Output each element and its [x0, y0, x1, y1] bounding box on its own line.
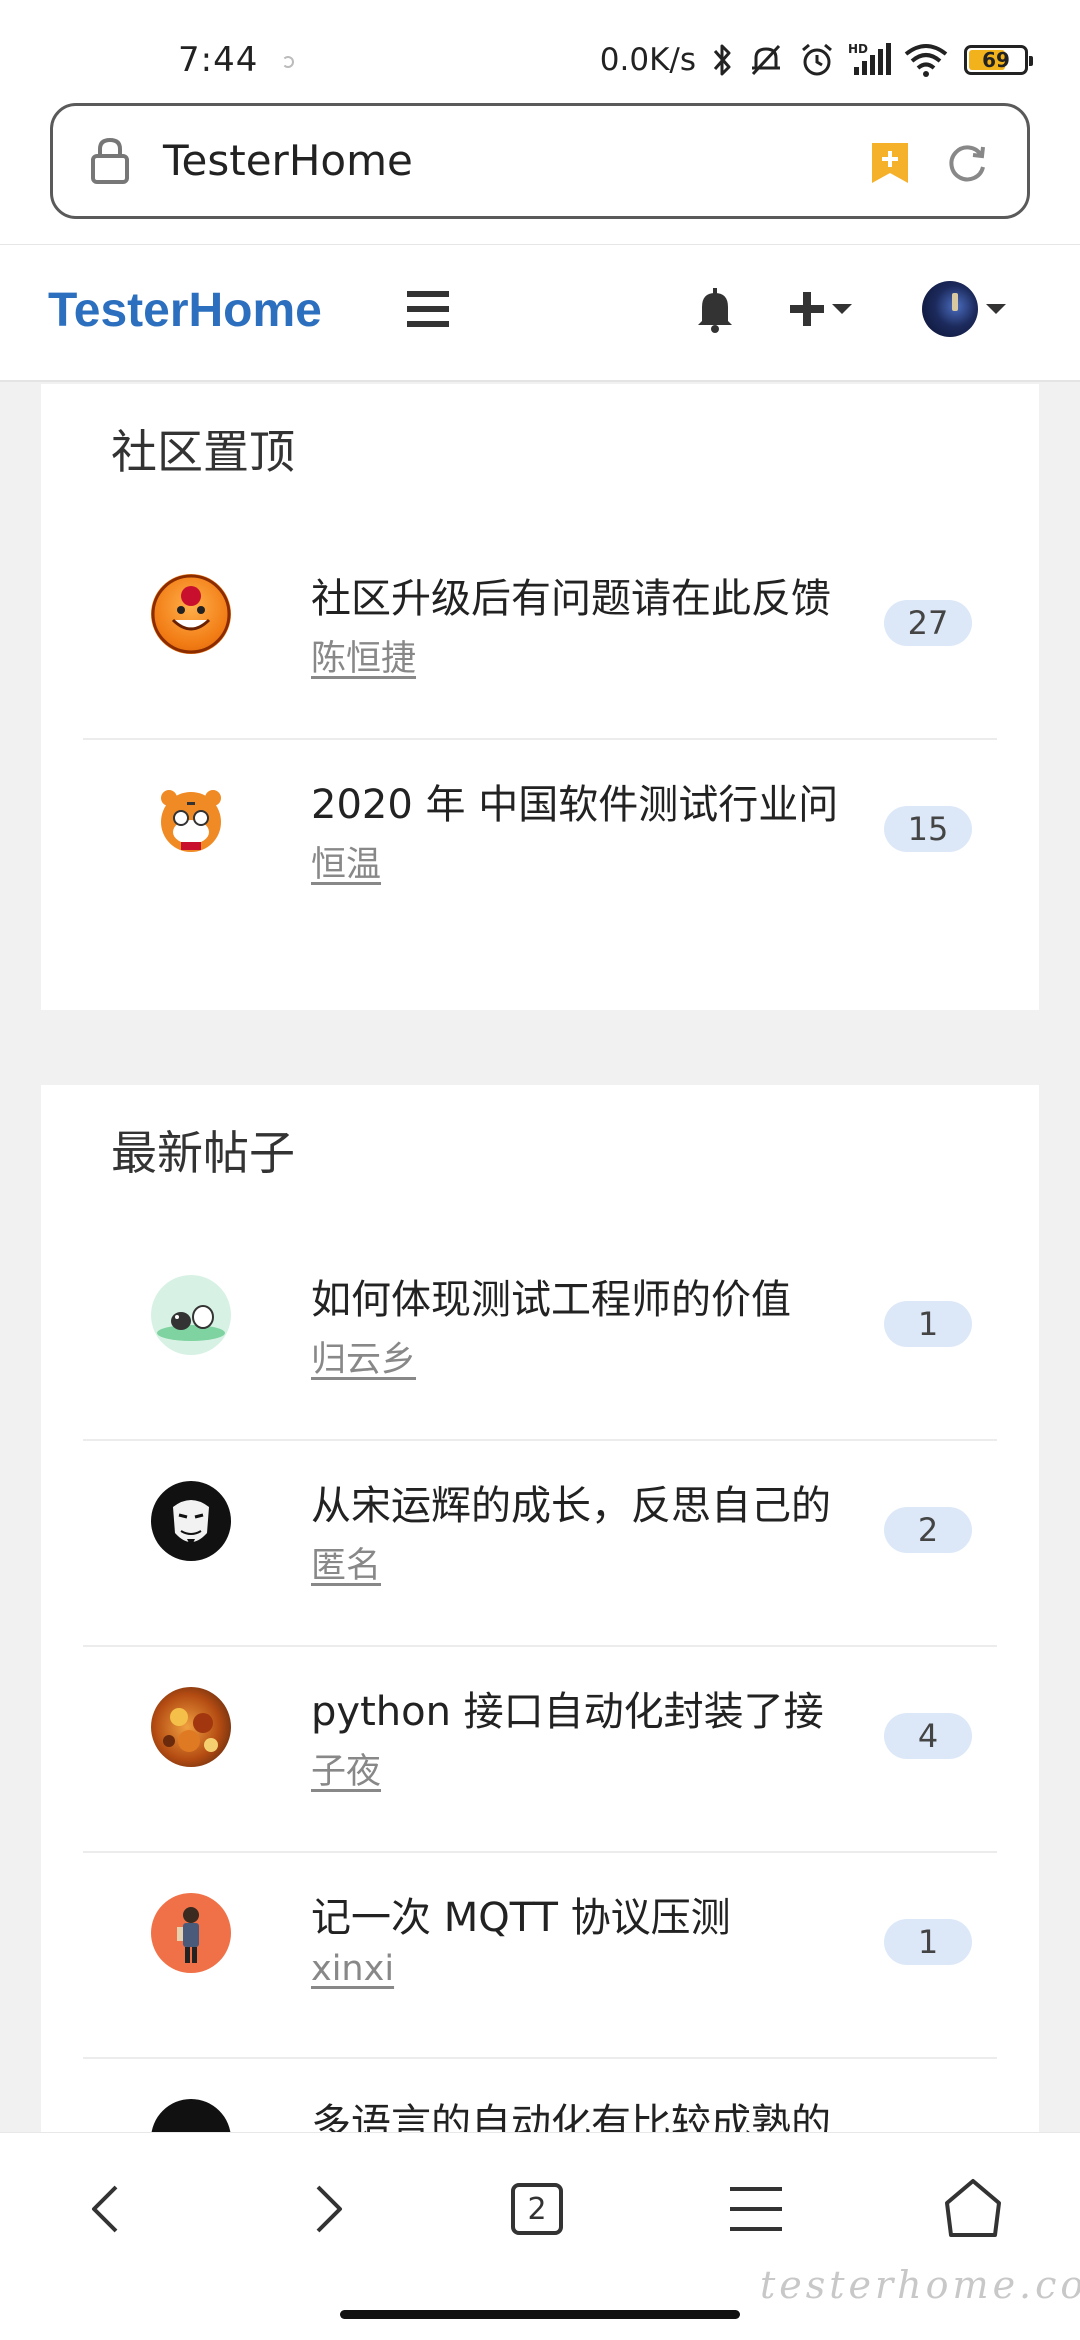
avatar	[922, 281, 978, 337]
bell-icon[interactable]	[695, 287, 735, 337]
avatar[interactable]	[151, 574, 231, 654]
menu-icon[interactable]	[728, 2185, 784, 2237]
address-bar[interactable]: TesterHome	[50, 103, 1030, 219]
topic-item[interactable]: 记一次 MQTT 协议压测 xinxi 1	[83, 1853, 997, 2059]
watermark: testerhome.com	[760, 2263, 1080, 2307]
reply-count-badge: 27	[884, 600, 972, 646]
brand-logo[interactable]: TesterHome	[48, 283, 322, 338]
topic-list: 如何体现测试工程师的价值 归云乡 1 从宋运辉的成长，反思自己的 匿名 2 py…	[83, 1235, 997, 2265]
new-post-dropdown[interactable]	[788, 290, 852, 328]
browser-toolbar: TesterHome	[0, 95, 1080, 245]
topic-author[interactable]: 子夜	[311, 1743, 381, 1794]
user-menu-dropdown[interactable]	[922, 281, 1006, 337]
reply-count-badge: 4	[884, 1713, 972, 1759]
back-icon[interactable]	[86, 2181, 126, 2241]
chevron-down-icon	[832, 304, 852, 314]
loading-indicator-icon	[282, 56, 294, 68]
reply-count-badge: 1	[884, 1301, 972, 1347]
topic-author[interactable]: 归云乡	[311, 1331, 416, 1382]
avatar[interactable]	[151, 1893, 231, 1973]
mute-icon	[746, 40, 786, 80]
topic-title[interactable]: 2020 年 中国软件测试行业问	[311, 772, 838, 830]
topic-title[interactable]: 如何体现测试工程师的价值	[311, 1267, 791, 1325]
tabs-count: 2	[511, 2183, 563, 2235]
reply-count-badge: 1	[884, 1919, 972, 1965]
battery-level: 69	[982, 48, 1010, 72]
menu-icon[interactable]	[405, 289, 451, 333]
chevron-down-icon	[986, 304, 1006, 314]
section-title: 最新帖子	[111, 1126, 295, 1180]
hd-signal-icon: HD	[848, 41, 892, 79]
avatar[interactable]	[151, 1275, 231, 1355]
tabs-button[interactable]: 2	[511, 2183, 563, 2235]
reply-count-badge: 2	[884, 1507, 972, 1553]
avatar[interactable]	[151, 1687, 231, 1767]
avatar[interactable]	[151, 780, 231, 860]
reply-count-badge: 15	[884, 806, 972, 852]
lock-icon	[89, 136, 131, 190]
home-icon[interactable]	[943, 2177, 1003, 2243]
section-title: 社区置顶	[111, 425, 295, 479]
forward-icon[interactable]	[308, 2181, 348, 2241]
status-bar: 7:44 0.0K/s HD 69	[0, 0, 1080, 95]
topic-author[interactable]: xinxi	[311, 1949, 394, 1989]
site-header: TesterHome	[0, 245, 1080, 382]
address-text[interactable]: TesterHome	[163, 136, 413, 185]
topic-author[interactable]: 陈恒捷	[311, 630, 416, 681]
topic-list: 社区升级后有问题请在此反馈 陈恒捷 27 2020 年 中国软件测试行业问 恒温…	[83, 534, 997, 946]
topic-author[interactable]: 匿名	[311, 1537, 381, 1588]
alarm-icon	[798, 41, 836, 79]
pinned-topics-card: 社区置顶 社区升级后有问题请在此反馈 陈恒捷 27 2020 年 中国软件测试行…	[41, 384, 1039, 1010]
topic-author[interactable]: 恒温	[311, 836, 381, 887]
avatar[interactable]	[151, 1481, 231, 1561]
wifi-icon	[904, 42, 948, 78]
topic-title[interactable]: 社区升级后有问题请在此反馈	[311, 566, 831, 624]
reload-icon[interactable]	[945, 141, 989, 189]
battery-icon: 69	[964, 45, 1033, 75]
topic-title[interactable]: python 接口自动化封装了接	[311, 1679, 824, 1737]
svg-text:HD: HD	[848, 42, 868, 56]
topic-item[interactable]: 社区升级后有问题请在此反馈 陈恒捷 27	[83, 534, 997, 740]
topic-title[interactable]: 记一次 MQTT 协议压测	[311, 1885, 731, 1943]
status-time: 7:44	[178, 40, 259, 80]
topic-title[interactable]: 从宋运辉的成长，反思自己的	[311, 1473, 831, 1531]
plus-icon	[790, 292, 824, 326]
topic-item[interactable]: 从宋运辉的成长，反思自己的 匿名 2	[83, 1441, 997, 1647]
bluetooth-icon	[712, 42, 734, 78]
browser-bottom-nav: 2 testerhome.com	[0, 2132, 1080, 2340]
topic-item[interactable]: 2020 年 中国软件测试行业问 恒温 15	[83, 740, 997, 946]
latest-topics-card: 最新帖子 如何体现测试工程师的价值 归云乡 1 从宋运辉的成长，反思自己的 匿名…	[41, 1085, 1039, 2179]
network-speed: 0.0K/s	[599, 42, 696, 78]
home-indicator[interactable]	[340, 2310, 740, 2319]
status-icons: 0.0K/s HD 69	[599, 38, 1033, 82]
bookmark-icon[interactable]	[870, 141, 910, 189]
topic-item[interactable]: 如何体现测试工程师的价值 归云乡 1	[83, 1235, 997, 1441]
topic-item[interactable]: python 接口自动化封装了接 子夜 4	[83, 1647, 997, 1853]
